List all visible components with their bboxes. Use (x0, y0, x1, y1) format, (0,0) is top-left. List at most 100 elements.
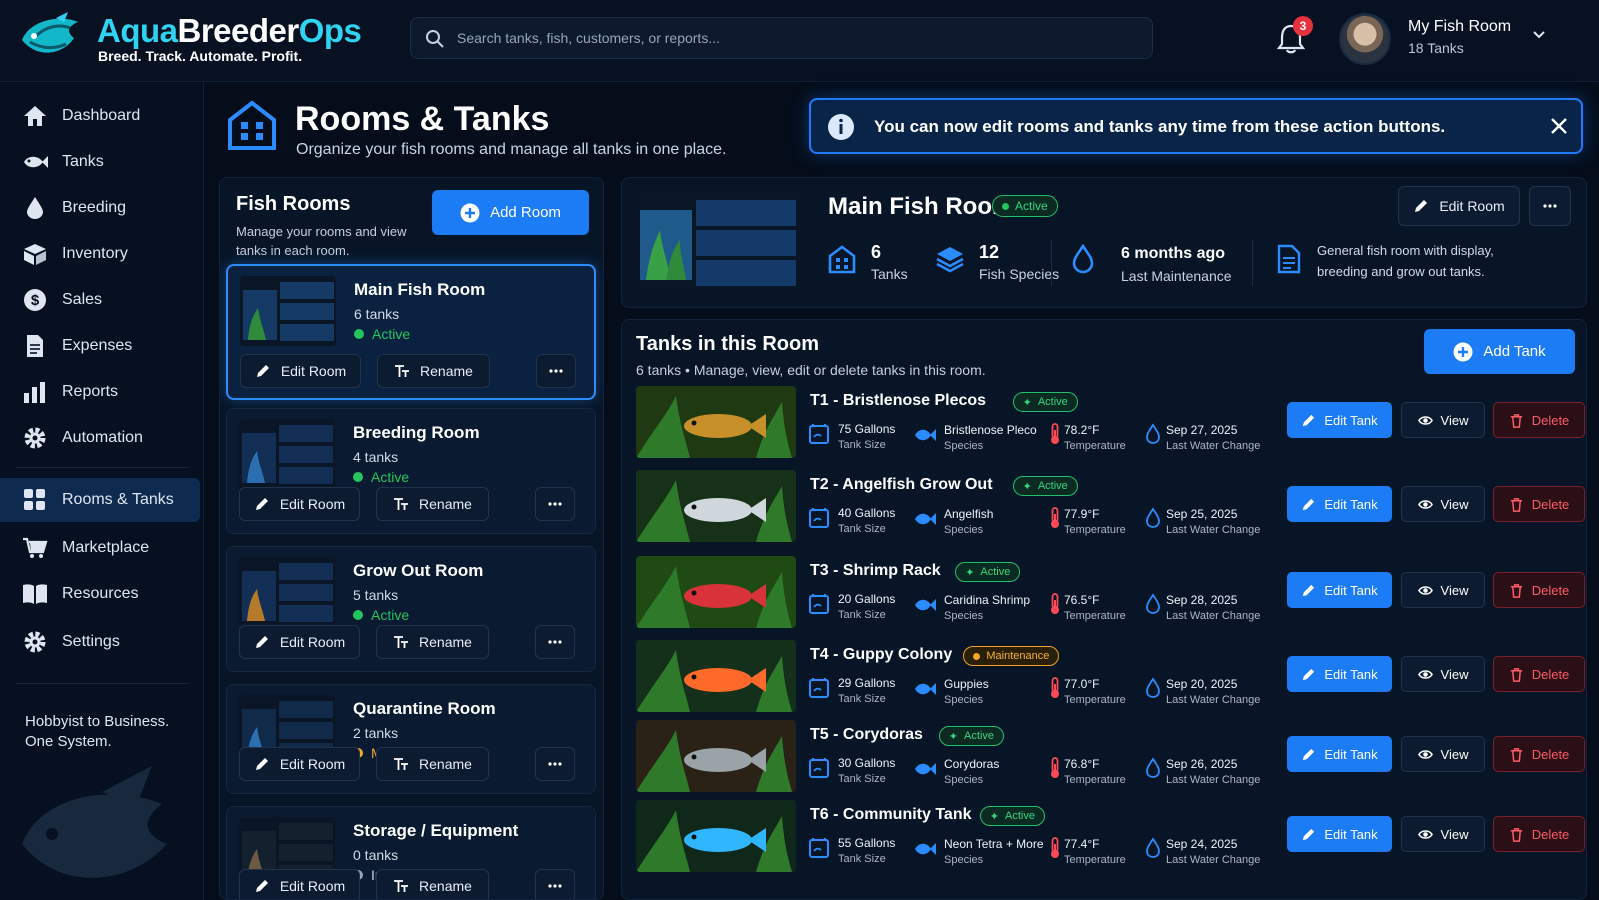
edit-tank-button[interactable]: Edit Tank (1287, 572, 1392, 608)
sidebar-item-tanks[interactable]: Tanks (0, 140, 200, 184)
stat-divider (1252, 240, 1253, 286)
text-size-icon (394, 498, 409, 510)
tank-name[interactable]: T4 - Guppy Colony (810, 646, 952, 664)
pencil-icon (1303, 748, 1315, 760)
trash-icon (1510, 583, 1522, 598)
svg-text:$: $ (31, 292, 40, 309)
rename-room-button[interactable]: Rename (377, 354, 490, 388)
more-options-button[interactable] (1529, 186, 1571, 226)
delete-tank-button[interactable]: Delete (1493, 656, 1585, 692)
chevron-down-icon[interactable] (1532, 28, 1546, 42)
room-more-button[interactable] (535, 747, 575, 781)
edit-tank-label: Edit Tank (1324, 496, 1378, 512)
edit-room-button[interactable]: Edit Room (240, 354, 361, 388)
stat-divider (1051, 240, 1052, 286)
view-tank-label: View (1440, 582, 1469, 598)
fish-icon (915, 843, 936, 855)
view-tank-button[interactable]: View (1401, 402, 1485, 438)
edit-tank-button[interactable]: Edit Tank (1287, 736, 1392, 772)
room-card[interactable]: Quarantine Room 2 tanks Maintenance Edit… (226, 684, 596, 794)
eye-icon (1417, 749, 1433, 759)
room-more-button[interactable] (535, 625, 575, 659)
view-tank-label: View (1440, 666, 1469, 682)
cart-icon (23, 537, 48, 558)
room-card[interactable]: Breeding Room 4 tanks Active Edit Room R… (226, 408, 596, 534)
edit-tank-button[interactable]: Edit Tank (1287, 486, 1392, 522)
add-tank-button[interactable]: Add Tank (1424, 329, 1575, 374)
tank-name[interactable]: T1 - Bristlenose Plecos (810, 392, 986, 410)
sidebar-item-label: Rooms & Tanks (62, 491, 174, 508)
info-icon (828, 114, 854, 140)
sidebar-item-automation[interactable]: Automation (0, 416, 200, 460)
view-tank-button[interactable]: View (1401, 572, 1485, 608)
tank-name[interactable]: T5 - Corydoras (810, 726, 923, 744)
edit-room-button[interactable]: Edit Room (239, 625, 360, 659)
edit-room-button[interactable]: Edit Room (1398, 186, 1520, 226)
edit-room-button[interactable]: Edit Room (239, 747, 360, 781)
edit-tank-button[interactable]: Edit Tank (1287, 656, 1392, 692)
delete-tank-button[interactable]: Delete (1493, 816, 1585, 852)
top-bar: AquaBreederOps Breed. Track. Automate. P… (0, 0, 1599, 82)
edit-tank-button[interactable]: Edit Tank (1287, 402, 1392, 438)
room-more-button[interactable] (535, 869, 575, 899)
sidebar-slogan: Hobbyist to Business. One System. (25, 712, 169, 752)
selected-room-title: Main Fish Room (828, 193, 1014, 220)
rename-room-button[interactable]: Rename (376, 747, 489, 781)
close-icon[interactable] (1549, 116, 1569, 136)
layers-icon (936, 247, 964, 273)
status-text: Active (1015, 199, 1048, 213)
tank-size-label: Tank Size (838, 853, 886, 865)
sidebar-item-inventory[interactable]: Inventory (0, 232, 200, 276)
sidebar-item-dashboard[interactable]: Dashboard (0, 94, 200, 138)
edit-tank-label: Edit Tank (1324, 746, 1378, 762)
edit-room-button[interactable]: Edit Room (239, 869, 360, 899)
status-badge: ✦ Active (938, 726, 1004, 746)
rename-room-button[interactable]: Rename (376, 625, 489, 659)
room-more-button[interactable] (536, 354, 576, 388)
room-more-button[interactable] (535, 487, 575, 521)
sidebar-item-label: Inventory (62, 245, 128, 262)
rename-room-button[interactable]: Rename (376, 869, 489, 899)
status-text: Active (1005, 810, 1035, 822)
room-tank-count: 2 tanks (353, 725, 399, 741)
edit-tank-button[interactable]: Edit Tank (1287, 816, 1392, 852)
fish-logo-icon (22, 12, 78, 53)
tank-size-label: Tank Size (838, 523, 886, 535)
edit-room-button[interactable]: Edit Room (239, 487, 360, 521)
view-tank-button[interactable]: View (1401, 486, 1485, 522)
sidebar-item-marketplace[interactable]: Marketplace (0, 526, 200, 570)
room-card[interactable]: Storage / Equipment 0 tanks Inactive Edi… (226, 806, 596, 899)
view-tank-button[interactable]: View (1401, 816, 1485, 852)
info-banner: You can now edit rooms and tanks any tim… (809, 98, 1583, 154)
room-card[interactable]: Grow Out Room 5 tanks Active Edit Room R… (226, 546, 596, 672)
sidebar-item-reports[interactable]: Reports (0, 370, 200, 414)
add-room-button[interactable]: Add Room (432, 190, 589, 235)
avatar[interactable] (1339, 13, 1391, 65)
rename-room-button[interactable]: Rename (376, 487, 489, 521)
view-tank-button[interactable]: View (1401, 656, 1485, 692)
room-card[interactable]: Main Fish Room 6 tanks Active Edit Room … (226, 264, 596, 400)
sidebar-item-expenses[interactable]: Expenses (0, 324, 200, 368)
room-photo (240, 276, 336, 346)
tank-row: T2 - Angelfish Grow Out ✦ Active 40 Gall… (636, 470, 1585, 544)
tank-row: T1 - Bristlenose Plecos ✦ Active 75 Gall… (636, 386, 1585, 460)
user-name[interactable]: My Fish Room (1408, 18, 1511, 36)
sidebar-item-breeding[interactable]: Breeding (0, 186, 200, 230)
delete-tank-button[interactable]: Delete (1493, 572, 1585, 608)
tank-name[interactable]: T6 - Community Tank (810, 806, 972, 824)
tank-name[interactable]: T2 - Angelfish Grow Out (810, 476, 993, 494)
delete-tank-button[interactable]: Delete (1493, 736, 1585, 772)
delete-tank-button[interactable]: Delete (1493, 402, 1585, 438)
more-horizontal-icon (549, 369, 563, 373)
tank-name[interactable]: T3 - Shrimp Rack (810, 562, 941, 580)
pencil-icon (1303, 584, 1315, 596)
sidebar-item-settings[interactable]: Settings (0, 620, 200, 664)
sidebar-item-sales[interactable]: $ Sales (0, 278, 200, 322)
water-change-value: Sep 25, 2025 (1166, 507, 1238, 521)
delete-tank-button[interactable]: Delete (1493, 486, 1585, 522)
tank-size-value: 55 Gallons (838, 836, 896, 850)
view-tank-button[interactable]: View (1401, 736, 1485, 772)
sidebar-item-rooms-tanks[interactable]: Rooms & Tanks (0, 478, 200, 522)
sidebar-item-resources[interactable]: Resources (0, 572, 200, 616)
search-input[interactable] (457, 18, 1137, 58)
